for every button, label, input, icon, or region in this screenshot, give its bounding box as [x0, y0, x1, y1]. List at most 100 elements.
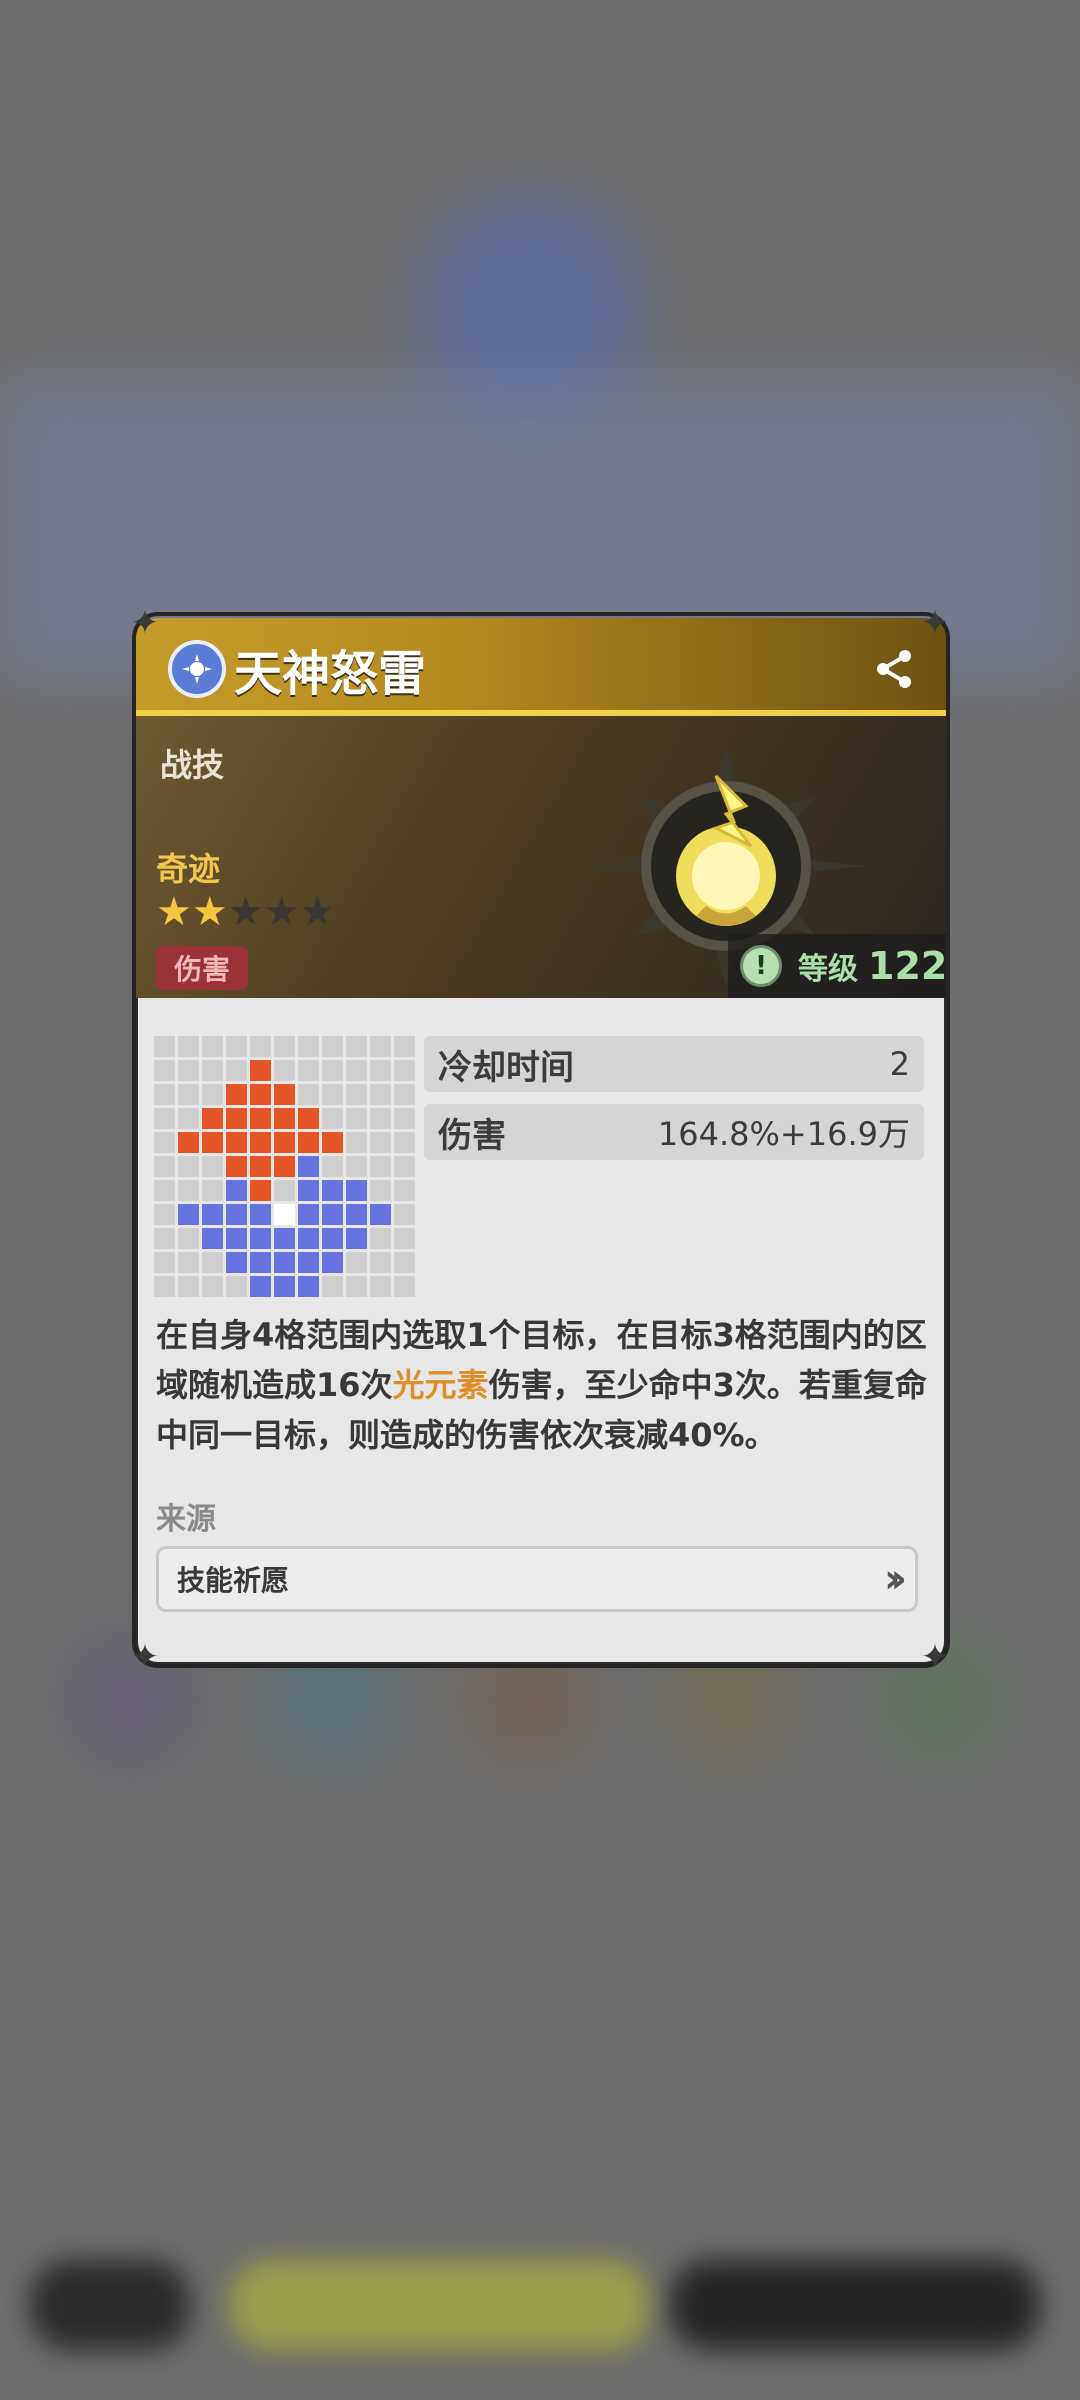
skill-rarity: 奇迹 — [156, 850, 221, 888]
range-cell-target — [202, 1132, 223, 1153]
range-cell-empty — [394, 1156, 415, 1177]
range-cell-empty — [394, 1108, 415, 1129]
source-title: 来源 — [156, 1502, 216, 1537]
source-item-button[interactable]: 技能祈愿 ›› — [156, 1546, 918, 1612]
skill-title: 天神怒雷 — [234, 646, 427, 702]
range-cell-empty — [370, 1156, 391, 1177]
element-highlight: 光元素 — [392, 1366, 489, 1404]
skill-description: 在自身4格范围内选取1个目标，在目标3格范围内的区域随机造成16次光元素伤害，至… — [156, 1310, 936, 1460]
range-cell-empty — [346, 1060, 367, 1081]
range-cell-empty — [154, 1060, 175, 1081]
range-cell-target — [226, 1084, 247, 1105]
stat-damage: 伤害 164.8%+16.9万 — [424, 1104, 924, 1160]
range-cell-empty — [226, 1060, 247, 1081]
range-cell-empty — [250, 1036, 271, 1057]
level-value: 122 — [868, 944, 948, 988]
range-cell-self — [298, 1252, 319, 1273]
range-cell-self — [370, 1204, 391, 1225]
star-filled-icon: ★ — [191, 889, 228, 935]
range-cell-origin — [274, 1204, 295, 1225]
range-cell-empty — [322, 1156, 343, 1177]
range-cell-empty — [154, 1036, 175, 1057]
range-cell-empty — [298, 1036, 319, 1057]
range-cell-empty — [322, 1084, 343, 1105]
range-cell-empty — [298, 1084, 319, 1105]
range-cell-self — [226, 1204, 247, 1225]
stat-value: 2 — [889, 1045, 910, 1083]
star-empty-icon: ★ — [263, 889, 300, 935]
range-cell-self — [322, 1180, 343, 1201]
range-cell-empty — [226, 1036, 247, 1057]
range-cell-empty — [370, 1276, 391, 1297]
alert-icon[interactable]: ! — [740, 945, 782, 987]
star-empty-icon: ★ — [299, 889, 336, 935]
range-cell-empty — [346, 1276, 367, 1297]
range-cell-target — [226, 1132, 247, 1153]
star-empty-icon: ★ — [227, 889, 264, 935]
stat-value: 164.8%+16.9万 — [657, 1115, 910, 1153]
range-cell-empty — [226, 1276, 247, 1297]
range-cell-empty — [322, 1036, 343, 1057]
range-cell-target — [274, 1108, 295, 1129]
range-cell-empty — [346, 1108, 367, 1129]
range-cell-self — [274, 1276, 295, 1297]
range-cell-empty — [202, 1084, 223, 1105]
range-cell-empty — [370, 1060, 391, 1081]
stat-label: 伤害 — [438, 1115, 506, 1156]
range-cell-self — [298, 1228, 319, 1249]
range-cell-empty — [154, 1156, 175, 1177]
background-bottom-button — [670, 2260, 1040, 2350]
range-cell-self — [274, 1228, 295, 1249]
level-label: 等级 — [798, 952, 858, 987]
range-cell-empty — [370, 1228, 391, 1249]
background-bottom-button — [30, 2260, 190, 2350]
range-cell-empty — [346, 1252, 367, 1273]
range-cell-target — [250, 1084, 271, 1105]
range-cell-target — [250, 1132, 271, 1153]
range-cell-empty — [154, 1276, 175, 1297]
range-cell-empty — [178, 1084, 199, 1105]
range-cell-self — [298, 1204, 319, 1225]
share-icon[interactable] — [870, 644, 920, 694]
range-cell-target — [322, 1132, 343, 1153]
range-cell-self — [250, 1276, 271, 1297]
range-cell-self — [226, 1180, 247, 1201]
skill-type: 战技 — [160, 746, 225, 784]
stat-label: 冷却时间 — [438, 1047, 574, 1088]
range-cell-target — [274, 1084, 295, 1105]
range-cell-empty — [154, 1204, 175, 1225]
range-cell-empty — [370, 1132, 391, 1153]
range-cell-empty — [202, 1036, 223, 1057]
range-cell-empty — [394, 1084, 415, 1105]
range-cell-empty — [202, 1060, 223, 1081]
stat-cooldown: 冷却时间 2 — [424, 1036, 924, 1092]
range-cell-empty — [370, 1084, 391, 1105]
range-cell-target — [202, 1108, 223, 1129]
range-cell-self — [226, 1252, 247, 1273]
range-cell-empty — [394, 1036, 415, 1057]
corner-ornament-icon: ✦ — [920, 603, 950, 643]
range-cell-empty — [178, 1180, 199, 1201]
range-cell-self — [298, 1276, 319, 1297]
range-cell-self — [202, 1204, 223, 1225]
corner-ornament-icon: ✦ — [130, 1637, 160, 1677]
range-cell-empty — [322, 1276, 343, 1297]
range-cell-empty — [178, 1156, 199, 1177]
skill-detail-card: 天神怒雷 战技 奇迹 ★★★★★ 伤害 ! 等级 122 冷却时间 2 伤害 1… — [132, 618, 950, 1668]
range-cell-target — [178, 1132, 199, 1153]
range-cell-empty — [346, 1132, 367, 1153]
range-cell-self — [322, 1228, 343, 1249]
range-cell-empty — [178, 1252, 199, 1273]
range-cell-self — [250, 1228, 271, 1249]
range-cell-self — [226, 1228, 247, 1249]
range-cell-empty — [274, 1036, 295, 1057]
range-cell-self — [250, 1252, 271, 1273]
range-cell-empty — [394, 1276, 415, 1297]
range-cell-target — [250, 1060, 271, 1081]
range-cell-target — [226, 1108, 247, 1129]
range-cell-empty — [154, 1108, 175, 1129]
attack-range-grid — [154, 1036, 415, 1297]
double-chevron-right-icon: ›› — [884, 1556, 907, 1602]
range-cell-empty — [394, 1180, 415, 1201]
range-cell-empty — [178, 1108, 199, 1129]
